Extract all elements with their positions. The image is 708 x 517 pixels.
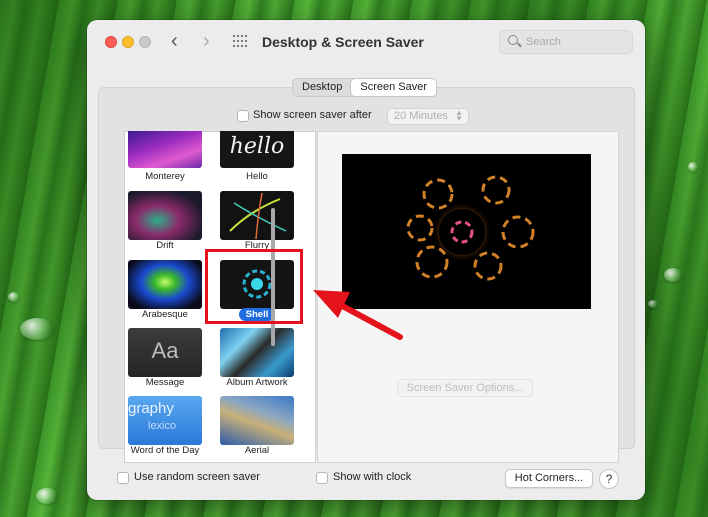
search-field[interactable]: Search [499,30,633,54]
close-button[interactable] [105,36,117,48]
drift-thumbnail[interactable] [128,191,202,240]
water-drop [688,162,698,172]
saver-label-album-artwork: Album Artwork [226,377,288,388]
search-placeholder: Search [526,36,561,48]
word-of-day-subword: lexico [148,420,177,432]
show-all-grid-icon[interactable] [233,35,249,49]
water-drop [648,300,658,308]
aerial-thumbnail[interactable] [220,396,294,445]
show-screen-saver-label: Show screen saver after [253,109,372,121]
search-icon [508,35,518,45]
water-drop [36,488,58,504]
word-of-day-word: graphy [128,400,174,417]
hello-thumbnail-text: hello [229,134,285,159]
saver-label-arabesque: Arabesque [142,309,188,320]
word-of-the-day-thumbnail[interactable]: graphy lexico [128,396,202,445]
forward-arrow-icon[interactable]: › [203,31,210,51]
album-artwork-thumbnail[interactable] [220,328,294,377]
show-clock-label: Show with clock [333,471,412,483]
selection-highlight-box [205,249,303,324]
water-drop [20,318,54,340]
hello-thumbnail[interactable]: hello [220,131,294,168]
random-screen-saver-label: Use random screen saver [134,471,260,483]
saver-label-drift: Drift [156,240,174,251]
zoom-button[interactable] [139,36,151,48]
arabesque-thumbnail[interactable] [128,260,202,309]
water-drop [8,292,20,302]
show-clock-checkbox[interactable] [316,472,328,484]
window-title: Desktop & Screen Saver [262,34,424,50]
hot-corners-button[interactable]: Hot Corners... [505,469,593,488]
help-button[interactable]: ? [599,469,619,489]
idle-time-select[interactable]: 20 Minutes ▲ ▼ [387,108,469,125]
preferences-window: ‹ › Desktop & Screen Saver Search Deskto… [87,20,645,500]
flurry-art-icon [229,192,287,240]
saver-label-hello: Hello [246,171,268,182]
random-screen-saver-checkbox[interactable] [117,472,129,484]
water-drop [664,268,682,282]
minimize-button[interactable] [122,36,134,48]
screen-saver-preview [342,154,591,309]
screen-saver-options-button[interactable]: Screen Saver Options... [397,379,533,397]
saver-label-word-of-the-day: Word of the Day [130,445,200,456]
back-arrow-icon[interactable]: ‹ [171,31,178,51]
monterey-thumbnail[interactable] [128,131,202,168]
idle-time-value: 20 Minutes [394,110,448,122]
select-arrows-icon: ▲ ▼ [455,108,463,123]
saver-label-message: Message [145,377,185,388]
tab-screen-saver[interactable]: Screen Saver [351,79,437,96]
title-bar: ‹ › Desktop & Screen Saver Search [87,20,645,66]
message-thumbnail-text: Aa [151,338,179,363]
show-screen-saver-checkbox[interactable] [237,110,249,122]
message-thumbnail[interactable]: Aa [128,328,202,377]
saver-label-monterey: Monterey [145,171,185,182]
tab-bar: Desktop Screen Saver [292,78,438,97]
flurry-thumbnail[interactable] [220,191,294,240]
shell-preview-art [406,175,535,281]
saver-label-aerial: Aerial [244,445,270,456]
tab-desktop[interactable]: Desktop [293,79,351,96]
